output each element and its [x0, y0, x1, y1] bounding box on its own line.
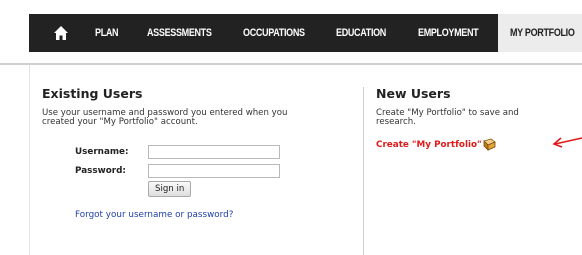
- new-users-intro-line2: research.: [376, 117, 416, 127]
- home-icon[interactable]: [53, 25, 69, 41]
- sign-in-button[interactable]: Sign in: [148, 181, 192, 197]
- top-bar: PLAN ASSESSMENTS OCCUPATIONS EDUCATION E…: [0, 0, 582, 63]
- username-field[interactable]: [148, 145, 280, 159]
- create-portfolio-link[interactable]: Create "My Portfolio": [376, 140, 482, 150]
- forgot-credentials-link[interactable]: Forgot your username or password?: [75, 210, 233, 220]
- nav-item-my-portfolio-tab[interactable]: MY PORTFOLIO: [498, 14, 582, 52]
- password-label: Password:: [75, 166, 126, 176]
- nav-item-plan[interactable]: PLAN: [95, 14, 119, 52]
- column-divider: [363, 87, 364, 255]
- nav-item-assessments[interactable]: ASSESSMENTS: [147, 14, 212, 52]
- login-panel: Existing Users Use your username and pas…: [29, 65, 582, 255]
- book-icon[interactable]: [482, 138, 496, 151]
- nav-item-my-portfolio[interactable]: MY PORTFOLIO: [510, 14, 575, 52]
- existing-intro-line2: created your "My Portfolio" account.: [42, 117, 198, 127]
- nav-item-employment[interactable]: EMPLOYMENT: [418, 14, 479, 52]
- nav-item-occupations[interactable]: OCCUPATIONS: [243, 14, 305, 52]
- red-arrow-icon: [552, 137, 582, 148]
- nav-item-education[interactable]: EDUCATION: [336, 14, 386, 52]
- password-field[interactable]: [148, 164, 280, 178]
- existing-users-heading: Existing Users: [42, 86, 143, 101]
- main-nav: PLAN ASSESSMENTS OCCUPATIONS EDUCATION E…: [29, 14, 582, 52]
- username-label: Username:: [75, 147, 129, 157]
- new-users-heading: New Users: [376, 86, 451, 101]
